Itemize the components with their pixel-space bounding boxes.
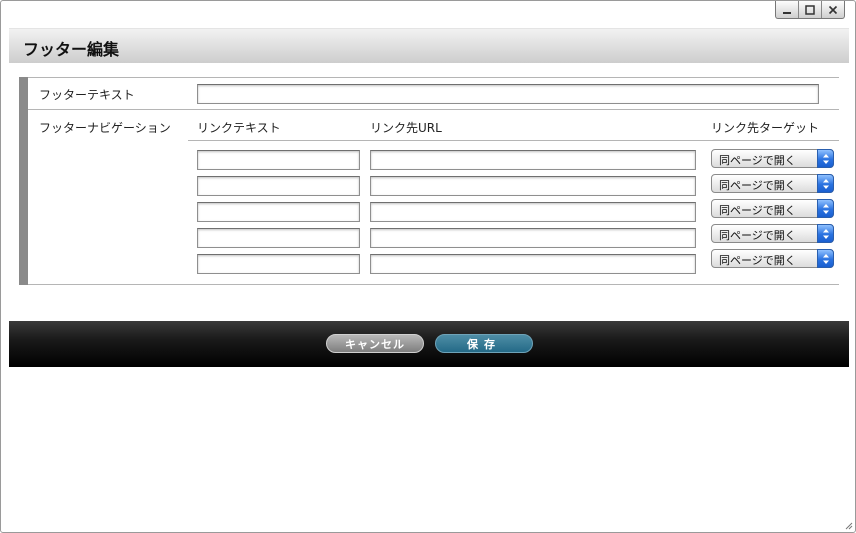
up-down-arrows-icon [817,149,834,168]
up-down-arrows-icon [817,224,834,243]
footer-nav-label: フッターナビゲーション [39,121,171,135]
divider [28,284,839,285]
close-button[interactable] [821,1,844,18]
dialog-window: フッター編集 フッターテキスト フッターナビゲーション リンクテキスト リンク先… [0,0,856,533]
column-header-link-text: リンクテキスト [197,121,281,135]
maximize-button[interactable] [798,1,821,18]
divider [188,140,839,141]
select-value: 同ページで開く [719,154,796,167]
window-controls [775,1,845,19]
link-text-input[interactable] [197,254,360,274]
link-url-input[interactable] [370,150,696,170]
select-value: 同ページで開く [719,179,796,192]
link-url-input[interactable] [370,176,696,196]
link-target-select[interactable]: 同ページで開く [711,149,834,168]
link-text-input[interactable] [197,228,360,248]
select-value: 同ページで開く [719,229,796,242]
link-target-select[interactable]: 同ページで開く [711,199,834,218]
save-button[interactable]: 保存 [435,334,533,353]
footer-form: フッターテキスト フッターナビゲーション リンクテキスト リンク先URL リンク… [19,77,839,285]
up-down-arrows-icon [817,174,834,193]
up-down-arrows-icon [817,199,834,218]
up-down-arrows-icon [817,249,834,268]
cancel-button[interactable]: キャンセル [326,334,424,353]
minimize-button[interactable] [776,1,798,18]
link-text-input[interactable] [197,150,360,170]
link-url-input[interactable] [370,202,696,222]
close-icon [828,5,838,14]
divider [28,77,839,78]
title-bar: フッター編集 [9,28,849,63]
minimize-icon [783,11,791,14]
link-target-select[interactable]: 同ページで開く [711,249,834,268]
select-value: 同ページで開く [719,204,796,217]
column-header-link-target: リンク先ターゲット [711,121,820,135]
link-target-select[interactable]: 同ページで開く [711,224,834,243]
action-bar: キャンセル 保存 [9,321,849,367]
column-header-link-url: リンク先URL [370,121,442,135]
link-url-input[interactable] [370,228,696,248]
footer-text-input[interactable] [197,84,819,104]
link-text-input[interactable] [197,176,360,196]
link-text-input[interactable] [197,202,360,222]
resize-grip-icon[interactable] [845,522,853,530]
link-url-input[interactable] [370,254,696,274]
maximize-icon [805,4,815,15]
link-target-select[interactable]: 同ページで開く [711,174,834,193]
footer-text-label: フッターテキスト [39,88,135,102]
divider [28,109,839,110]
dialog-title: フッター編集 [23,40,120,59]
select-value: 同ページで開く [719,254,796,267]
